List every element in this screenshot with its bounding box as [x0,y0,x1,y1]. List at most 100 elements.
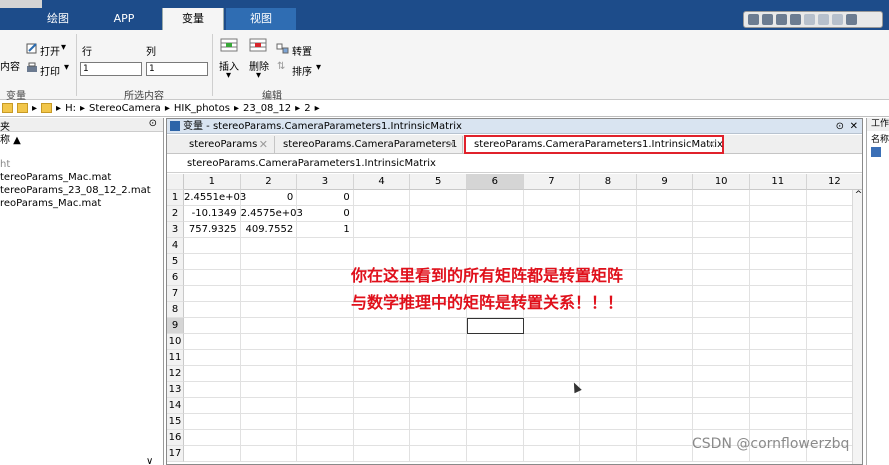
matrix-cell[interactable] [636,206,694,222]
matrix-cell[interactable] [750,302,807,318]
row-header[interactable]: 11 [167,350,184,366]
matrix-cell[interactable] [750,318,807,334]
matrix-cell[interactable] [750,286,807,302]
matrix-cell[interactable] [353,382,411,398]
matrix-cell[interactable]: 0 [240,190,298,206]
help-icon[interactable] [846,14,857,25]
matrix-cell[interactable] [467,366,524,382]
row-header[interactable]: 14 [167,398,184,414]
scroll-up-icon[interactable]: ^ [853,190,862,200]
matrix-cell[interactable] [580,206,637,222]
matrix-cell[interactable] [580,238,637,254]
matrix-cell[interactable] [750,190,807,206]
sort-icon[interactable]: ⇅ [277,61,285,72]
row-input[interactable]: 1 [80,62,142,76]
matrix-cell[interactable] [297,414,354,430]
matrix-cell[interactable] [750,222,807,238]
matrix-cell[interactable] [750,254,807,270]
matrix-cell[interactable] [636,446,694,462]
folder-icon[interactable] [2,103,13,113]
matrix-cell[interactable] [636,318,694,334]
matrix-cell[interactable] [636,334,694,350]
switch-window-icon[interactable] [832,14,843,25]
matrix-cell[interactable]: 409.7552 [240,222,298,238]
print-button[interactable]: 打印 [40,63,60,78]
breadcrumb-item[interactable]: HIK_photos [174,103,230,114]
matrix-cell[interactable] [636,414,694,430]
matrix-cell[interactable] [636,382,694,398]
matrix-cell[interactable] [353,206,411,222]
matrix-cell[interactable] [184,430,241,446]
matrix-cell[interactable] [240,350,298,366]
matrix-cell[interactable] [523,206,581,222]
breadcrumb-item[interactable]: H: [65,103,76,114]
matrix-cell[interactable] [750,350,807,366]
matrix-cell[interactable] [184,350,241,366]
breadcrumb-item[interactable]: 2 [304,103,310,114]
matrix-cell[interactable] [750,206,807,222]
matrix-cell[interactable] [580,318,637,334]
matrix-cell[interactable] [240,254,298,270]
matrix-cell[interactable]: 0 [297,190,354,206]
matrix-cell[interactable] [240,366,298,382]
vertical-scrollbar[interactable]: ^ [852,190,862,464]
matrix-cell[interactable] [184,446,241,462]
matrix-cell[interactable] [467,350,524,366]
matrix-cell[interactable] [410,334,467,350]
transpose-icon[interactable] [276,43,290,54]
cut-icon[interactable] [762,14,773,25]
matrix-cell[interactable] [636,286,694,302]
column-header[interactable]: 9 [636,174,694,190]
sort-dropdown-icon[interactable]: ▾ [316,62,321,73]
file-item[interactable]: ht [0,158,163,171]
file-item[interactable]: tereoParams_23_08_12_2.mat [0,184,163,197]
matrix-cell[interactable] [636,430,694,446]
matrix-cell[interactable] [467,430,524,446]
matrix-cell[interactable]: 757.9325 [184,222,241,238]
matrix-cell[interactable] [693,318,750,334]
print-dropdown-icon[interactable]: ▾ [64,62,69,73]
matrix-cell[interactable] [353,222,411,238]
matrix-cell[interactable] [184,254,241,270]
tab-apps[interactable]: APP [96,8,152,30]
row-header[interactable]: 2 [167,206,184,222]
matrix-cell[interactable] [240,446,298,462]
row-header[interactable]: 15 [167,414,184,430]
matrix-cell[interactable] [523,190,581,206]
file-item[interactable]: reoParams_Mac.mat [0,197,163,210]
matrix-cell[interactable]: 1 [297,222,354,238]
column-header[interactable]: 5 [410,174,467,190]
print-icon[interactable] [26,62,38,74]
matrix-cell[interactable] [467,190,524,206]
matrix-cell[interactable] [636,270,694,286]
matrix-cell[interactable] [467,334,524,350]
matrix-cell[interactable] [750,270,807,286]
matrix-cell[interactable] [580,398,637,414]
matrix-cell[interactable] [693,366,750,382]
matrix-cell[interactable]: 2.4551e+03 [184,190,246,206]
file-item[interactable]: tereoParams_Mac.mat [0,171,163,184]
matrix-cell[interactable] [353,334,411,350]
matrix-cell[interactable] [240,286,298,302]
matrix-cell[interactable] [353,318,411,334]
matrix-cell[interactable] [636,254,694,270]
tab-cameraparameters1[interactable]: stereoParams.CameraParameters1 ✕ [275,136,463,153]
workspace-name-column[interactable]: 名称 [867,134,889,147]
matrix-cell[interactable] [410,414,467,430]
matrix-cell[interactable] [297,238,354,254]
paste-icon[interactable] [790,14,801,25]
row-header[interactable]: 1 [167,190,184,206]
matrix-cell[interactable] [184,398,241,414]
matrix-cell[interactable] [353,366,411,382]
tab-stereoparams[interactable]: stereoParams ✕ [181,136,275,153]
open-button[interactable]: 打开 [40,43,60,58]
close-icon[interactable]: ✕ [850,119,858,134]
matrix-cell[interactable] [580,222,637,238]
row-header[interactable]: 10 [167,334,184,350]
matrix-cell[interactable]: 2.4575e+03 [240,206,303,222]
matrix-cell[interactable] [636,238,694,254]
matrix-cell[interactable] [184,414,241,430]
matrix-cell[interactable] [693,238,750,254]
breadcrumb-item[interactable]: StereoCamera [89,103,161,114]
matrix-cell[interactable] [240,270,298,286]
